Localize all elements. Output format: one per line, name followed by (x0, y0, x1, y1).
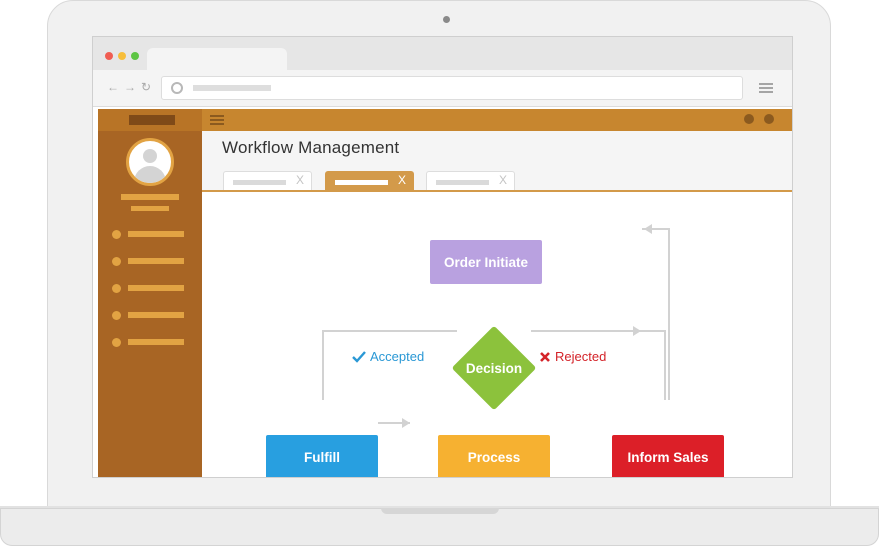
sidebar-item-1[interactable] (128, 231, 184, 237)
user-role-placeholder (131, 206, 169, 211)
node-decision-label: Decision (465, 360, 523, 376)
edge-rejected-label: Rejected (555, 349, 607, 364)
app-topbar (202, 109, 792, 131)
arrow-head-left-icon (644, 224, 652, 234)
url-placeholder (193, 85, 271, 91)
sidebar-item-4-bullet-icon (112, 311, 121, 320)
topbar-action-1-icon[interactable] (744, 114, 754, 124)
logo[interactable] (129, 115, 175, 125)
arrow-head-right-icon (402, 418, 410, 428)
tab-2-close-icon[interactable]: X (398, 173, 406, 187)
check-icon (352, 350, 366, 363)
tab-3-close-icon[interactable]: X (499, 173, 507, 187)
tab-2-label-placeholder (335, 180, 388, 185)
reload-icon[interactable]: ↻ (141, 80, 151, 94)
user-name-placeholder (121, 194, 179, 200)
sidebar-item-2[interactable] (128, 258, 184, 264)
edge-accepted-label: Accepted (370, 349, 425, 364)
laptop-screen: ← → ↻ Workflow Management X X X Order In… (92, 36, 793, 478)
tab-1-close-icon[interactable]: X (296, 173, 304, 187)
browser-menu-icon[interactable] (759, 83, 773, 85)
browser-tab[interactable] (147, 48, 287, 70)
laptop-base-notch (381, 508, 499, 514)
connector-decision-to-inform (531, 330, 666, 400)
tab-1[interactable]: X (223, 171, 312, 190)
node-decision[interactable]: Decision (451, 325, 537, 411)
forward-arrow-icon[interactable]: → (124, 80, 136, 94)
cross-icon (540, 351, 550, 362)
tab-3[interactable]: X (426, 171, 515, 190)
node-order-initiate[interactable]: Order Initiate (430, 240, 542, 284)
arrow-head-right-icon (633, 326, 641, 336)
avatar-head-shape (143, 149, 157, 163)
topbar-action-2-icon[interactable] (764, 114, 774, 124)
edge-accepted: Accepted (350, 349, 427, 364)
page-title: Workflow Management (222, 138, 400, 157)
sidebar-item-3[interactable] (128, 285, 184, 291)
edge-rejected: Rejected (537, 349, 609, 364)
node-inform-sales[interactable]: Inform Sales (612, 435, 724, 477)
close-window-icon[interactable] (105, 52, 113, 60)
tab-2[interactable]: X (325, 171, 414, 190)
sidebar-item-2-bullet-icon (112, 257, 121, 266)
sidebar-item-1-bullet-icon (112, 230, 121, 239)
minimize-window-icon[interactable] (118, 52, 126, 60)
globe-icon (171, 82, 183, 94)
node-process[interactable]: Process (438, 435, 550, 477)
camera-icon (443, 16, 450, 23)
sidebar-item-3-bullet-icon (112, 284, 121, 293)
sidebar-item-5[interactable] (128, 339, 184, 345)
app-menu-icon[interactable] (210, 115, 224, 117)
maximize-window-icon[interactable] (131, 52, 139, 60)
sidebar-item-5-bullet-icon (112, 338, 121, 347)
tab-3-label-placeholder (436, 180, 489, 185)
back-arrow-icon[interactable]: ← (107, 80, 119, 94)
connector-decision-to-fulfill (322, 330, 457, 400)
node-fulfill[interactable]: Fulfill (266, 435, 378, 477)
tab-1-label-placeholder (233, 180, 286, 185)
sidebar-item-4[interactable] (128, 312, 184, 318)
avatar[interactable] (126, 138, 174, 186)
avatar-body-shape (134, 166, 166, 183)
workflow-canvas: Order Initiate Decision Accepted Rejecte… (202, 192, 792, 477)
